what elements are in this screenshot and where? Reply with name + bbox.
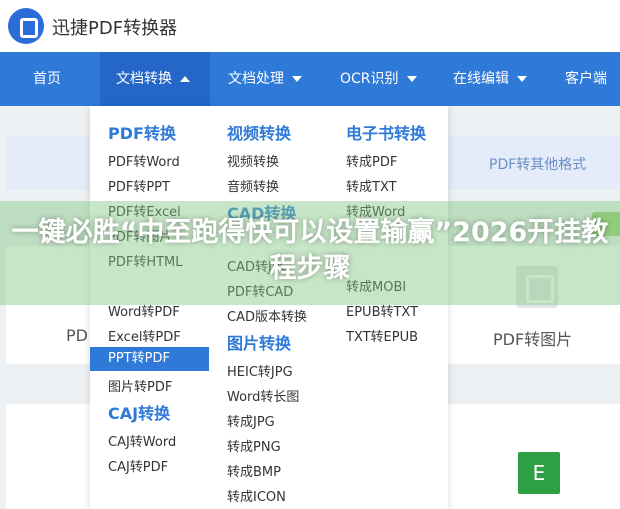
nav-online-edit[interactable]: 在线编辑: [445, 52, 535, 106]
caret-down-icon: [292, 76, 302, 82]
menu-item-to-jpg[interactable]: 转成JPG: [227, 411, 275, 430]
menu-item-heic-to-jpg[interactable]: HEIC转JPG: [227, 361, 293, 380]
menu-item-pdf-to-word[interactable]: PDF转Word: [108, 151, 180, 170]
nav-ocr[interactable]: OCR识别: [332, 52, 425, 106]
group-title-ebook: 电子书转换: [346, 124, 427, 143]
tool-card-label[interactable]: PD: [66, 326, 88, 345]
menu-item-image-to-pdf[interactable]: 图片转PDF: [108, 376, 172, 395]
nav-home[interactable]: 首页: [25, 52, 69, 106]
app-logo-icon[interactable]: [8, 8, 44, 44]
app-brand[interactable]: 迅捷PDF转换器: [52, 14, 177, 40]
group-title-caj: CAJ转换: [108, 404, 171, 423]
nav-home-label: 首页: [33, 71, 61, 87]
tool-card-pdf-to-image[interactable]: PDF转图片: [493, 326, 572, 350]
menu-item-cad-version-convert[interactable]: CAD版本转换: [227, 306, 307, 325]
nav-doc-convert[interactable]: 文档转换: [100, 52, 210, 106]
menu-item-to-pdf[interactable]: 转成PDF: [346, 151, 397, 170]
promo-overlay-banner: 一键必胜“中至跑得快可以设置输赢”2026开挂教程步骤: [0, 201, 620, 305]
menu-item-excel-to-pdf[interactable]: Excel转PDF: [108, 326, 181, 345]
menu-item-word-to-long-image[interactable]: Word转长图: [227, 386, 299, 405]
menu-item-txt-to-epub[interactable]: TXT转EPUB: [346, 326, 418, 345]
group-title-video: 视频转换: [227, 124, 292, 143]
doc-convert-dropdown: PDF转换 PDF转Word PDF转PPT PDF转Excel PDF转图片 …: [90, 106, 448, 509]
nav-doc-process[interactable]: 文档处理: [220, 52, 310, 106]
menu-item-caj-to-word[interactable]: CAJ转Word: [108, 431, 176, 450]
nav-ocr-label: OCR识别: [340, 71, 399, 87]
menu-item-caj-to-pdf[interactable]: CAJ转PDF: [108, 456, 168, 475]
menu-item-ppt-to-pdf[interactable]: PPT转PDF: [90, 347, 209, 371]
group-title-pdf: PDF转换: [108, 124, 176, 143]
menu-item-pdf-to-ppt[interactable]: PDF转PPT: [108, 176, 170, 195]
nav-online-edit-label: 在线编辑: [453, 71, 509, 87]
promo-overlay-text: 一键必胜“中至跑得快可以设置输赢”2026开挂教程步骤: [11, 217, 609, 284]
nav-doc-process-label: 文档处理: [228, 71, 284, 87]
category-tab-pdf-to-other[interactable]: PDF转其他格式: [489, 154, 586, 174]
caret-down-icon: [406, 76, 417, 82]
menu-item-audio-convert[interactable]: 音频转换: [227, 176, 279, 195]
nav-client-label: 客户端: [565, 71, 607, 87]
excel-icon[interactable]: E: [518, 452, 560, 494]
caret-down-icon: [517, 76, 527, 82]
menu-item-to-png[interactable]: 转成PNG: [227, 436, 281, 455]
app-header: 迅捷PDF转换器: [0, 0, 620, 52]
nav-doc-convert-label: 文档转换: [116, 71, 172, 87]
main-nav: 首页 文档转换 文档处理 OCR识别 在线编辑 客户端: [0, 52, 620, 136]
menu-item-to-icon[interactable]: 转成ICON: [227, 486, 286, 505]
caret-up-icon: [180, 76, 190, 82]
menu-item-to-txt[interactable]: 转成TXT: [346, 176, 397, 195]
nav-client[interactable]: 客户端: [557, 52, 620, 136]
group-title-image: 图片转换: [227, 334, 292, 353]
menu-item-to-bmp[interactable]: 转成BMP: [227, 461, 281, 480]
menu-item-video-convert[interactable]: 视频转换: [227, 151, 279, 170]
